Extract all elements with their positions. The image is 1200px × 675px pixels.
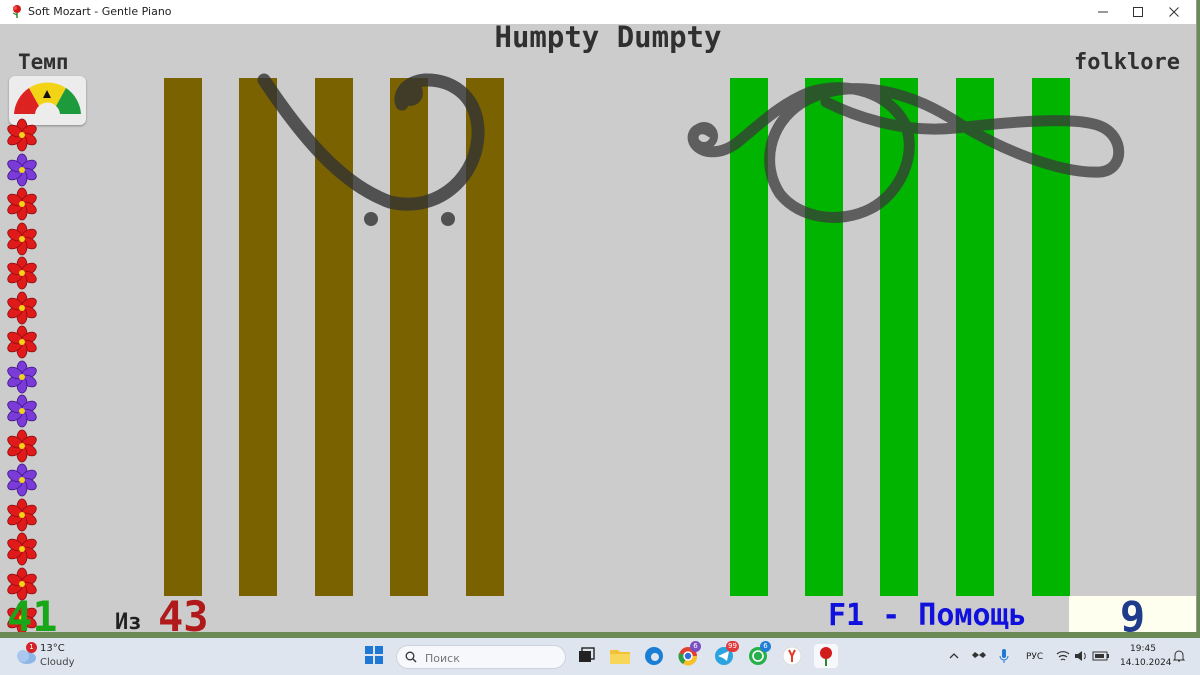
weather-badge: 1 <box>26 642 37 653</box>
search-input[interactable] <box>423 649 557 667</box>
clock-date[interactable]: 14.10.2024 <box>1120 658 1172 668</box>
weather-temperature: 13°C <box>40 643 65 654</box>
total-note-count: 43 <box>158 592 209 632</box>
start-button[interactable] <box>364 645 386 667</box>
chrome-badge: 6 <box>690 641 701 652</box>
task-view-icon <box>579 647 595 662</box>
chevron-up-icon[interactable] <box>948 651 960 661</box>
treble-clef-icon <box>687 82 1125 223</box>
rose-app-icon <box>820 647 832 666</box>
taskbar-search[interactable] <box>396 645 566 669</box>
whatsapp-badge: 6 <box>760 641 771 652</box>
volume-icon[interactable] <box>1074 649 1088 663</box>
of-label: Из <box>115 610 142 632</box>
clef-overlay <box>257 73 1125 226</box>
microphone-icon[interactable] <box>998 648 1010 664</box>
wifi-icon[interactable] <box>1056 649 1070 663</box>
minimize-icon <box>1098 11 1108 13</box>
weather-condition: Cloudy <box>40 657 75 668</box>
whatsapp-button[interactable]: 6 <box>746 641 771 668</box>
chrome-button[interactable]: 6 <box>676 641 701 668</box>
dropbox-icon[interactable] <box>972 649 986 663</box>
notification-bell-icon[interactable] <box>1172 649 1186 663</box>
taskbar: 1 13°C Cloudy 6 99 6 <box>0 638 1200 675</box>
level-box: 9 <box>1069 592 1196 632</box>
current-note-count: 41 <box>7 592 58 632</box>
language-indicator[interactable]: РУС <box>1026 652 1043 662</box>
folder-icon <box>610 650 630 664</box>
yandex-icon <box>782 646 802 666</box>
help-hint[interactable]: F1 - Помощь <box>828 598 1027 632</box>
edge-icon <box>645 647 663 665</box>
close-icon <box>1169 7 1179 17</box>
rose-app-icon <box>12 5 21 18</box>
file-explorer-button[interactable] <box>608 644 632 668</box>
weather-widget[interactable]: 1 13°C Cloudy <box>10 638 90 675</box>
soft-mozart-taskbar-button[interactable] <box>814 644 838 668</box>
maximize-icon <box>1133 7 1143 17</box>
app-window: Soft Mozart - Gentle Piano Humpty Dumpty… <box>0 0 1197 632</box>
yandex-browser-button[interactable] <box>780 644 804 668</box>
telegram-badge: 99 <box>726 641 739 652</box>
window-title: Soft Mozart - Gentle Piano <box>28 5 172 18</box>
level-value: 9 <box>1119 592 1146 632</box>
windows-icon <box>365 646 383 664</box>
bass-clef-icon <box>257 73 485 226</box>
practice-area: Humpty Dumpty Темп folklore 41 Из 43 F1 … <box>0 20 1196 632</box>
search-icon <box>405 651 417 663</box>
edge-browser-button[interactable] <box>642 644 666 668</box>
battery-icon[interactable] <box>1092 650 1110 662</box>
task-view-button[interactable] <box>574 644 598 668</box>
clock-time[interactable]: 19:45 <box>1130 644 1156 654</box>
telegram-button[interactable]: 99 <box>712 641 739 668</box>
